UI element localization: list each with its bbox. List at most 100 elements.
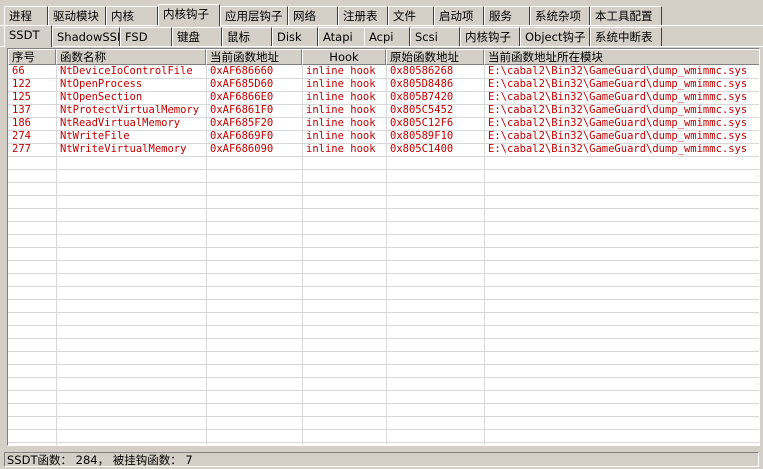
status-bar: SSDT函数： 284， 被挂钩函数： 7 bbox=[4, 452, 759, 467]
tab-main-2[interactable]: 内核 bbox=[106, 6, 158, 25]
table-cell: NtOpenSection bbox=[60, 91, 143, 103]
tab-main-5[interactable]: 网络 bbox=[288, 6, 338, 25]
tab-main-0[interactable]: 进程 bbox=[4, 6, 48, 25]
table-row[interactable]: 277 NtWriteVirtualMemory 0xAF686090 inline … bbox=[8, 143, 759, 156]
tab-main-3[interactable]: 内核钩子 bbox=[158, 4, 220, 26]
grid-row-line bbox=[8, 195, 759, 196]
main-tab-strip: 进程 驱动模块 内核 内核钩子 应用层钩子 网络 注册表 文件 启动项 服务 系统杂项 本工具配置 bbox=[0, 4, 763, 26]
grid-row-line bbox=[8, 351, 759, 352]
grid-row-line bbox=[8, 156, 759, 157]
tab-sub-3[interactable]: 键盘 bbox=[172, 27, 222, 46]
table-cell: inline hook bbox=[306, 104, 376, 116]
tab-sub-6[interactable]: Atapi bbox=[318, 27, 366, 46]
table-row[interactable]: 66 NtDeviceIoControlFile 0xAF686660 inline … bbox=[8, 65, 759, 78]
column-header[interactable]: 序号 bbox=[8, 49, 56, 65]
table-cell: NtDeviceIoControlFile bbox=[60, 65, 193, 77]
table-cell: NtProtectVirtualMemory bbox=[60, 104, 200, 116]
column-header[interactable]: 当前函数地址所在模块 bbox=[484, 49, 759, 65]
tab-main-9[interactable]: 服务 bbox=[484, 6, 530, 25]
table-cell: NtReadVirtualMemory bbox=[60, 117, 181, 129]
table-header: 序号 函数名称 当前函数地址 Hook 原始函数地址 当前函数地址所在模块 bbox=[8, 49, 759, 65]
table-cell: E:\cabal2\Bin32\GameGuard\dump_wmimmc.sy… bbox=[488, 78, 748, 90]
table-cell: 277 bbox=[12, 143, 31, 155]
table-row[interactable]: 186 NtReadVirtualMemory 0xAF685F20 inline h… bbox=[8, 117, 759, 130]
tab-sub-5[interactable]: Disk bbox=[272, 27, 318, 46]
table-cell: 0xAF6869F0 bbox=[210, 130, 274, 142]
grid-row-line bbox=[8, 416, 759, 417]
table-row[interactable]: 137 NtProtectVirtualMemory 0xAF6861F0 inlin… bbox=[8, 104, 759, 117]
tab-sub-11[interactable]: 系统中断表 bbox=[590, 27, 662, 46]
table-cell: E:\cabal2\Bin32\GameGuard\dump_wmimmc.sy… bbox=[488, 143, 748, 155]
tab-sub-4[interactable]: 鼠标 bbox=[222, 27, 272, 46]
table-cell: 0x805D8486 bbox=[390, 78, 454, 90]
table-cell: inline hook bbox=[306, 130, 376, 142]
table-cell: E:\cabal2\Bin32\GameGuard\dump_wmimmc.sy… bbox=[488, 117, 748, 129]
table-cell: 0x80586268 bbox=[390, 65, 454, 77]
table-body[interactable]: 66 NtDeviceIoControlFile 0xAF686660 inline … bbox=[8, 65, 759, 445]
table-cell: inline hook bbox=[306, 78, 376, 90]
table-cell: NtOpenProcess bbox=[60, 78, 143, 90]
table-cell: 0x805C12F6 bbox=[390, 117, 454, 129]
sub-tab-strip: SSDTShadowSSDTFSD键盘鼠标DiskAtapiAcpiScsi内核… bbox=[0, 25, 763, 47]
tab-main-6[interactable]: 注册表 bbox=[338, 6, 388, 25]
grid-row-line bbox=[8, 273, 759, 274]
grid-row-line bbox=[8, 299, 759, 300]
table-cell: 0x805C1400 bbox=[390, 143, 454, 155]
table-row[interactable]: 125 NtOpenSection 0xAF6866E0 inline hook 0x8… bbox=[8, 91, 759, 104]
table-row[interactable]: 274 NtWriteFile 0xAF6869F0 inline hook 0x805… bbox=[8, 130, 759, 143]
grid-row-line bbox=[8, 338, 759, 339]
column-header[interactable]: 原始函数地址 bbox=[386, 49, 484, 65]
tab-main-7[interactable]: 文件 bbox=[388, 6, 434, 25]
grid-row-line bbox=[8, 390, 759, 391]
table-cell: E:\cabal2\Bin32\GameGuard\dump_wmimmc.sy… bbox=[488, 91, 748, 103]
table-cell: inline hook bbox=[306, 65, 376, 77]
tab-sub-2[interactable]: FSD bbox=[120, 27, 172, 46]
table-cell: 122 bbox=[12, 78, 31, 90]
ssdt-hook-table[interactable]: 序号 函数名称 当前函数地址 Hook 原始函数地址 当前函数地址所在模块 66 NtDev… bbox=[7, 48, 760, 446]
tab-main-10[interactable]: 系统杂项 bbox=[530, 6, 590, 25]
table-cell: 0x80589F10 bbox=[390, 130, 454, 142]
table-cell: inline hook bbox=[306, 91, 376, 103]
grid-row-line bbox=[8, 377, 759, 378]
grid-row-line bbox=[8, 312, 759, 313]
table-cell: NtWriteVirtualMemory bbox=[60, 143, 187, 155]
table-cell: 0xAF685D60 bbox=[210, 78, 274, 90]
grid-row-line bbox=[8, 442, 759, 443]
table-cell: 0xAF686660 bbox=[210, 65, 274, 77]
tab-main-8[interactable]: 启动项 bbox=[434, 6, 484, 25]
table-cell: NtWriteFile bbox=[60, 130, 130, 142]
tab-sub-9[interactable]: 内核钩子 bbox=[460, 27, 520, 46]
tab-sub-7[interactable]: Acpi bbox=[364, 27, 410, 46]
grid-row-line bbox=[8, 221, 759, 222]
grid-row-line bbox=[8, 429, 759, 430]
tab-sub-10[interactable]: Object钩子 bbox=[520, 27, 590, 46]
table-cell: 0x805B7420 bbox=[390, 91, 454, 103]
grid-row-line bbox=[8, 403, 759, 404]
table-cell: 125 bbox=[12, 91, 31, 103]
tab-main-1[interactable]: 驱动模块 bbox=[48, 6, 106, 25]
table-cell: 0x805C5452 bbox=[390, 104, 454, 116]
table-cell: 0xAF6861F0 bbox=[210, 104, 274, 116]
table-cell: 0xAF686090 bbox=[210, 143, 274, 155]
grid-row-line bbox=[8, 325, 759, 326]
grid-row-line bbox=[8, 260, 759, 261]
table-cell: E:\cabal2\Bin32\GameGuard\dump_wmimmc.sy… bbox=[488, 130, 748, 142]
grid-row-line bbox=[8, 286, 759, 287]
column-header[interactable]: 函数名称 bbox=[56, 49, 206, 65]
table-cell: 274 bbox=[12, 130, 31, 142]
tab-sub-8[interactable]: Scsi bbox=[410, 27, 460, 46]
tab-sub-1[interactable]: ShadowSSDT bbox=[52, 27, 120, 46]
table-cell: E:\cabal2\Bin32\GameGuard\dump_wmimmc.sy… bbox=[488, 104, 748, 116]
column-header[interactable]: 当前函数地址 bbox=[206, 49, 302, 65]
grid-row-line bbox=[8, 247, 759, 248]
table-cell: 0xAF6866E0 bbox=[210, 91, 274, 103]
tab-sub-0[interactable]: SSDT bbox=[4, 25, 52, 47]
table-row[interactable]: 122 NtOpenProcess 0xAF685D60 inline hook 0x8… bbox=[8, 78, 759, 91]
table-cell: inline hook bbox=[306, 117, 376, 129]
table-cell: inline hook bbox=[306, 143, 376, 155]
tab-main-11[interactable]: 本工具配置 bbox=[590, 6, 662, 25]
table-cell: E:\cabal2\Bin32\GameGuard\dump_wmimmc.sy… bbox=[488, 65, 748, 77]
column-header[interactable]: Hook bbox=[302, 49, 386, 65]
tab-main-4[interactable]: 应用层钩子 bbox=[220, 6, 288, 25]
grid-row-line bbox=[8, 208, 759, 209]
